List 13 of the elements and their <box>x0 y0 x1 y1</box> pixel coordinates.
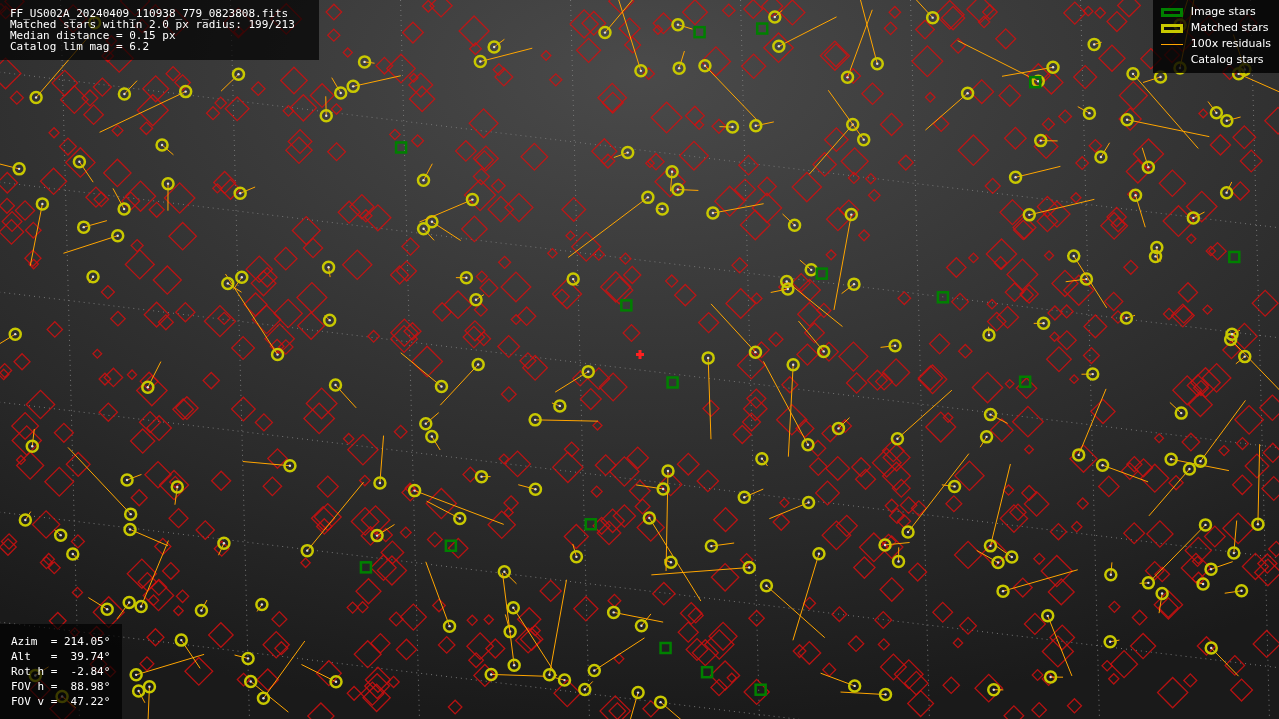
info-line: Matched stars within 2.0 px radius: 199/213 <box>10 19 296 30</box>
legend-label: Image stars <box>1190 4 1256 21</box>
pointing-line: Rot h = -2.84° <box>11 664 112 679</box>
pointing-line: Alt = 39.74° <box>11 649 112 664</box>
legend-label: 100x residuals <box>1190 36 1271 53</box>
pointing-line: Azim = 214.05° <box>11 634 112 649</box>
info-line: FF_US002A_20240409_110938_779_0823808.fits <box>10 8 290 19</box>
info-line: Catalog lim mag = 6.2 <box>10 41 151 52</box>
legend-label: Matched stars <box>1190 20 1269 37</box>
legend-label: Catalog stars <box>1190 52 1264 69</box>
pointing-line: FOV v = 47.22° <box>11 694 112 709</box>
pointing-line: FOV h = 88.98° <box>11 679 112 694</box>
info-line: Median distance = 0.15 px <box>10 30 176 41</box>
